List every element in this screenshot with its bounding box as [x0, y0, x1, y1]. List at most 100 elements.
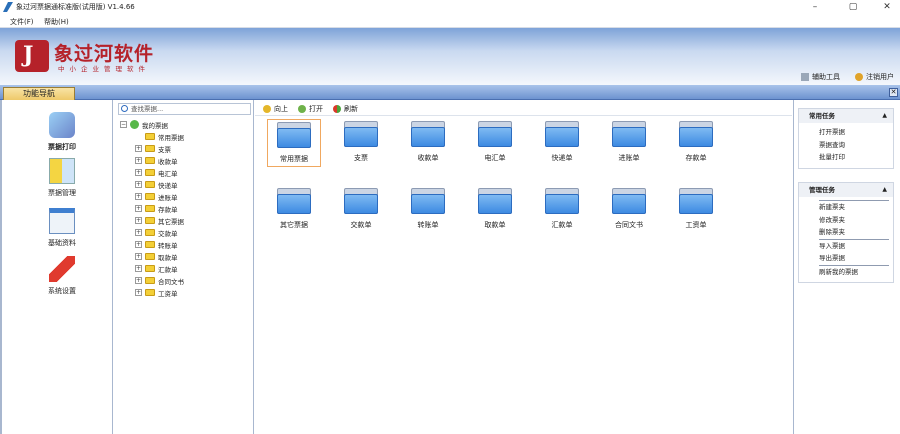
tree-item[interactable]: + 合同文书: [135, 275, 184, 286]
folder-item[interactable]: 转账单: [401, 186, 455, 230]
folder-item[interactable]: 其它票据: [267, 186, 321, 230]
folder-item[interactable]: 快递单: [535, 119, 589, 163]
logout-label: 注销用户: [866, 73, 894, 81]
expand-icon[interactable]: +: [135, 265, 142, 272]
folder-item[interactable]: 汇款单: [535, 186, 589, 230]
task-link[interactable]: 新建票夹: [799, 201, 893, 214]
close-button[interactable]: ✕: [872, 0, 900, 14]
folder-item[interactable]: 电汇单: [468, 119, 522, 163]
tree-item[interactable]: + 其它票据: [135, 215, 184, 226]
nav-system-settings[interactable]: 系统设置: [32, 256, 92, 296]
nav-basic-data[interactable]: 基础资料: [32, 208, 92, 248]
folder-item[interactable]: 交款单: [334, 186, 388, 230]
expand-icon[interactable]: +: [135, 217, 142, 224]
folder-item[interactable]: 取款单: [468, 186, 522, 230]
expand-icon[interactable]: +: [135, 169, 142, 176]
folder-item[interactable]: 合同文书: [602, 186, 656, 230]
tree-item-label: 转账单: [158, 241, 178, 250]
task-link[interactable]: 修改票夹: [799, 214, 893, 227]
folder-item[interactable]: 工资单: [669, 186, 723, 230]
tree-item-label: 收款单: [158, 157, 178, 166]
task-link[interactable]: 导出票据: [799, 252, 893, 265]
minimize-button[interactable]: –: [800, 0, 830, 14]
folder-label: 快递单: [551, 154, 573, 162]
tree-item[interactable]: + 电汇单: [135, 167, 178, 178]
folder-item[interactable]: 常用票据: [267, 119, 321, 167]
expand-icon[interactable]: +: [135, 145, 142, 152]
up-button[interactable]: 向上: [263, 104, 288, 114]
task-link[interactable]: 删除票夹: [799, 226, 893, 239]
open-button[interactable]: 打开: [298, 104, 323, 114]
tab-function-nav[interactable]: 功能导航: [3, 87, 75, 100]
checklist-icon: [49, 208, 75, 234]
tree-item-label: 其它票据: [158, 217, 184, 226]
folder-icon: [277, 188, 311, 214]
expand-icon[interactable]: +: [135, 157, 142, 164]
task-link[interactable]: 刷新我的票据: [799, 266, 893, 279]
common-tasks-header[interactable]: 常用任务 ▲: [799, 109, 893, 123]
tree-item[interactable]: + 进账单: [135, 191, 178, 202]
nav-ticket-manage[interactable]: 票据管理: [32, 158, 92, 198]
tree-item-label: 汇款单: [158, 265, 178, 274]
folder-icon: [145, 193, 155, 200]
tree-item-label: 交款单: [158, 229, 178, 238]
expand-icon[interactable]: +: [135, 289, 142, 296]
expand-icon[interactable]: +: [135, 193, 142, 200]
maximize-button[interactable]: ▢: [838, 0, 868, 14]
folder-icon: [344, 121, 378, 147]
chevron-up-icon[interactable]: ▲: [882, 109, 887, 123]
search-input[interactable]: 查找票据...: [118, 103, 251, 115]
tree-item[interactable]: 常用票据: [145, 131, 184, 142]
logo-text: 象过河软件: [54, 43, 155, 65]
expand-icon[interactable]: +: [135, 241, 142, 248]
task-link[interactable]: 批量打印: [799, 151, 893, 164]
nav-label: 票据打印: [48, 143, 76, 151]
tree-item[interactable]: + 取款单: [135, 251, 178, 262]
tree-item[interactable]: + 支票: [135, 143, 171, 154]
tree-item[interactable]: + 交款单: [135, 227, 178, 238]
tree-item[interactable]: + 转账单: [135, 239, 178, 250]
expand-icon[interactable]: +: [135, 205, 142, 212]
folder-item[interactable]: 进账单: [602, 119, 656, 163]
folder-icon: [411, 188, 445, 214]
tree-item-label: 进账单: [158, 193, 178, 202]
tree-root[interactable]: − 我的票据: [120, 119, 168, 130]
tree-item[interactable]: + 存款单: [135, 203, 178, 214]
folder-icon: [145, 181, 155, 188]
expand-icon[interactable]: +: [135, 229, 142, 236]
manage-tasks-panel: 管理任务 ▲ 新建票夹 修改票夹 删除票夹 导入票据 导出票据 刷新我的票据: [798, 182, 894, 283]
folder-item[interactable]: 存款单: [669, 119, 723, 163]
tree-item[interactable]: + 快递单: [135, 179, 178, 190]
folder-label: 转账单: [417, 221, 439, 229]
manage-tasks-header[interactable]: 管理任务 ▲: [799, 183, 893, 197]
documents-icon: [49, 158, 75, 184]
expand-icon[interactable]: +: [135, 277, 142, 284]
folder-icon: [145, 265, 155, 272]
nav-ticket-print[interactable]: 票据打印: [32, 112, 92, 152]
tree-item[interactable]: + 工资单: [135, 287, 178, 298]
menu-help[interactable]: 帮助(H): [44, 17, 69, 27]
refresh-button[interactable]: 刷新: [333, 104, 358, 114]
collapse-icon[interactable]: −: [120, 121, 127, 128]
logout-button[interactable]: 注销用户: [855, 72, 894, 82]
tree-item[interactable]: + 收款单: [135, 155, 178, 166]
folder-label: 其它票据: [280, 221, 308, 229]
folder-icon: [545, 188, 579, 214]
folder-item[interactable]: 收款单: [401, 119, 455, 163]
folder-item[interactable]: 支票: [334, 119, 388, 163]
search-icon: [121, 105, 128, 112]
menu-file[interactable]: 文件(F): [10, 17, 34, 27]
expand-icon[interactable]: +: [135, 253, 142, 260]
tree-item[interactable]: + 汇款单: [135, 263, 178, 274]
title-bar: 象过河票据通标准版(试用版) V1.4.66 – ▢ ✕: [0, 0, 900, 14]
task-link[interactable]: 打开票据: [799, 126, 893, 139]
task-link[interactable]: 导入票据: [799, 240, 893, 253]
aux-tools-button[interactable]: 辅助工具: [801, 72, 840, 82]
chevron-up-icon[interactable]: ▲: [882, 183, 887, 197]
expand-icon[interactable]: +: [135, 181, 142, 188]
close-icon[interactable]: ✕: [889, 88, 898, 97]
folder-icon: [344, 188, 378, 214]
window-title: 象过河票据通标准版(试用版) V1.4.66: [16, 3, 135, 11]
task-link[interactable]: 票据查询: [799, 139, 893, 152]
up-icon: [263, 104, 271, 113]
